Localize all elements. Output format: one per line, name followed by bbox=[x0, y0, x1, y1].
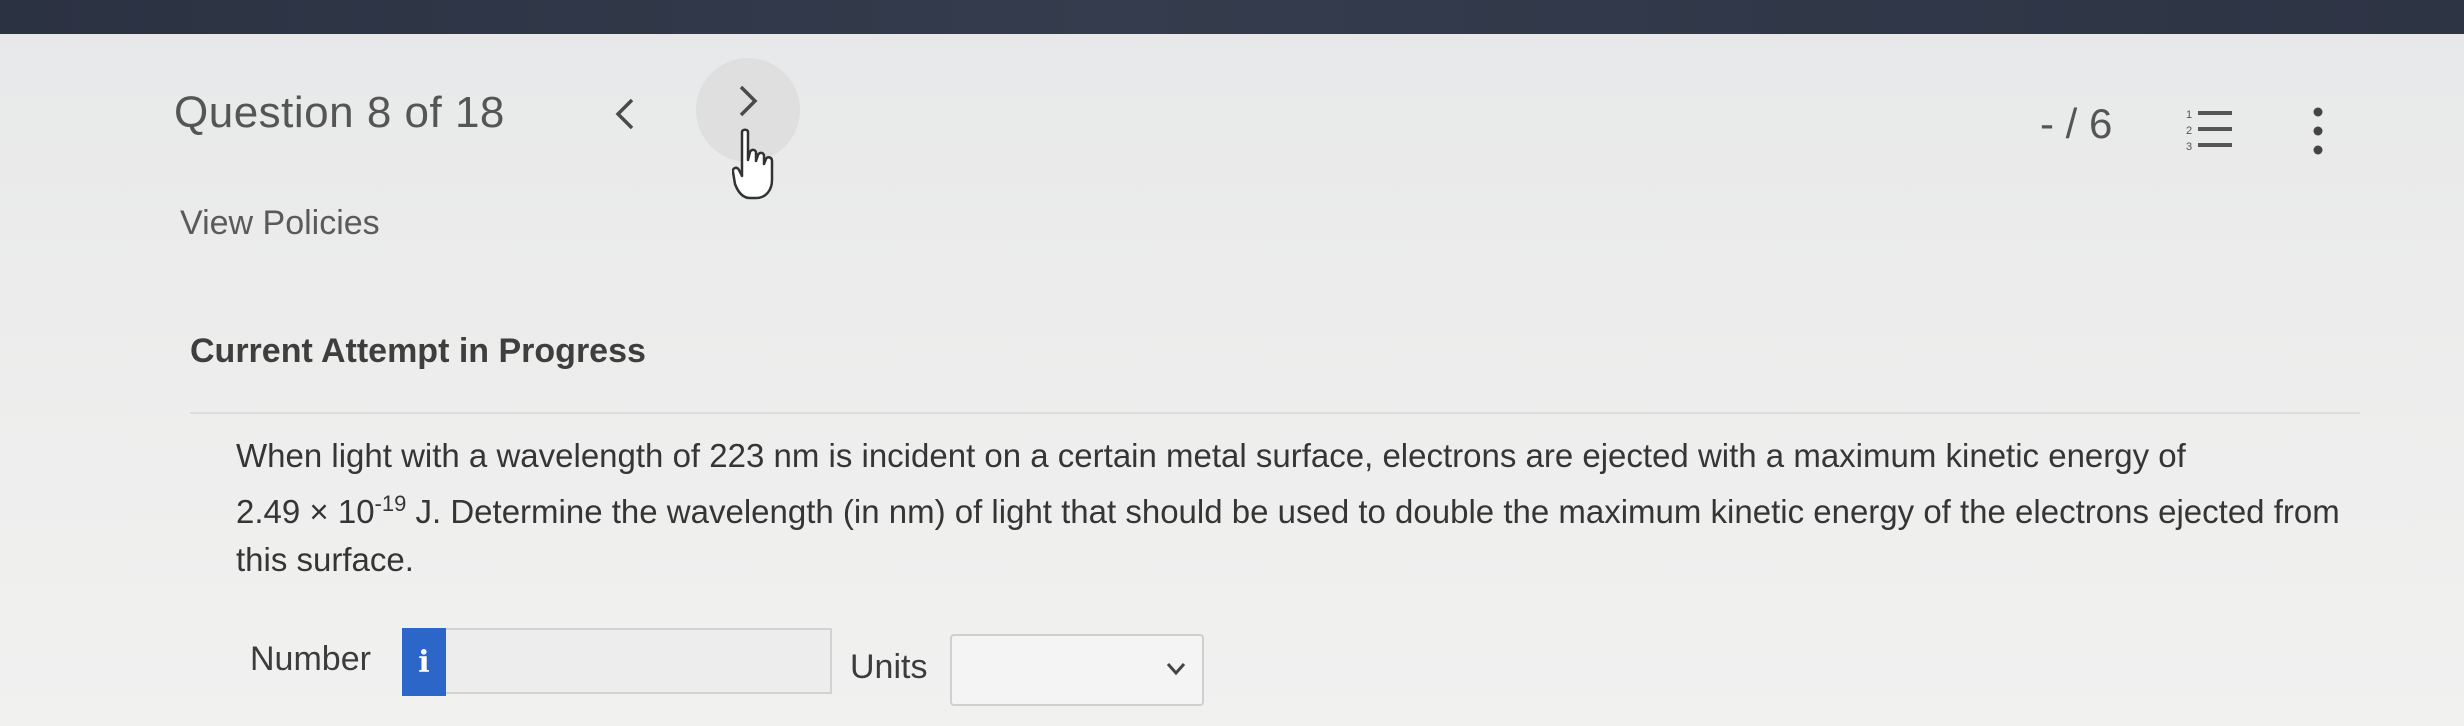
number-label: Number bbox=[250, 640, 371, 678]
divider bbox=[190, 412, 2360, 414]
view-policies-link[interactable]: View Policies bbox=[180, 204, 380, 243]
question-exponent: -19 bbox=[374, 491, 407, 516]
attempt-heading: Current Attempt in Progress bbox=[190, 332, 646, 370]
svg-text:3: 3 bbox=[2186, 141, 2192, 152]
info-button[interactable]: i bbox=[402, 628, 446, 696]
top-bar bbox=[0, 0, 2464, 34]
previous-question-button[interactable] bbox=[600, 86, 650, 142]
chevron-down-icon bbox=[1166, 663, 1186, 676]
question-text: When light with a wavelength of 223 nm i… bbox=[236, 432, 2356, 584]
question-coefficient: 2.49 × 10 bbox=[236, 493, 375, 530]
units-select[interactable] bbox=[950, 634, 1204, 706]
units-label: Units bbox=[850, 648, 928, 686]
numbered-list-icon[interactable]: 1 2 3 bbox=[2186, 106, 2234, 152]
hand-cursor-icon bbox=[732, 128, 774, 200]
info-icon: i bbox=[418, 644, 430, 680]
question-text-part-2: J. Determine the wavelength (in nm) of l… bbox=[236, 493, 2340, 578]
number-input[interactable] bbox=[446, 628, 832, 694]
chevron-right-icon bbox=[739, 85, 758, 117]
chevron-left-icon bbox=[615, 98, 634, 130]
more-vertical-icon[interactable] bbox=[2310, 106, 2326, 156]
svg-text:1: 1 bbox=[2186, 109, 2192, 121]
score: - / 6 bbox=[2040, 100, 2113, 147]
svg-text:2: 2 bbox=[2186, 125, 2192, 137]
question-text-part-1: When light with a wavelength of 223 nm i… bbox=[236, 437, 2186, 474]
question-counter: Question 8 of 18 bbox=[174, 88, 505, 137]
